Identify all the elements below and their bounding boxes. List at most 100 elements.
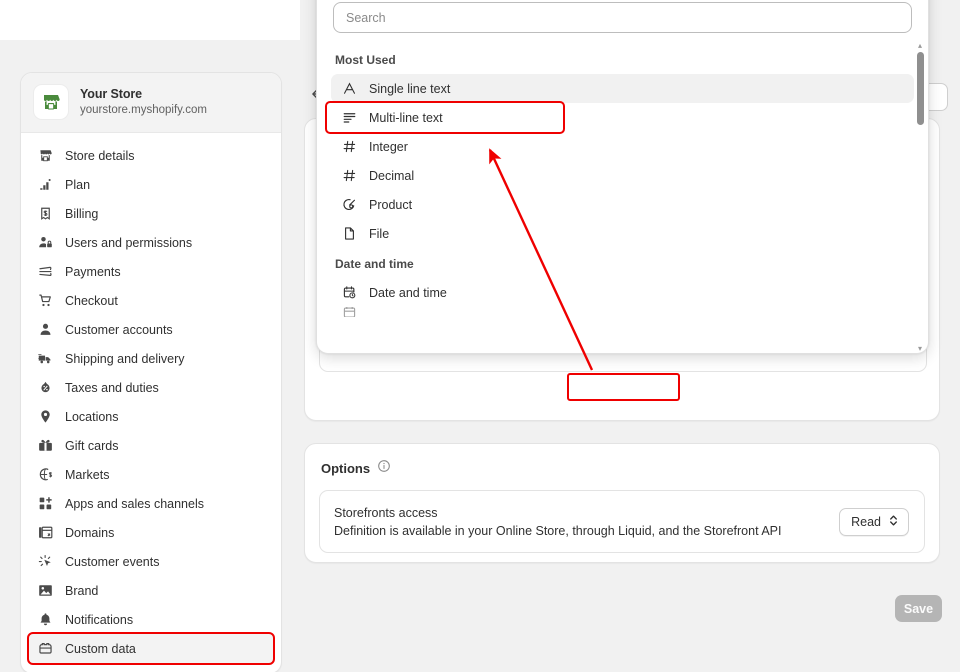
sidebar-item-customer-accounts[interactable]: Customer accounts [29, 315, 273, 344]
sidebar-item-domains[interactable]: Domains [29, 518, 273, 547]
sidebar-item-checkout[interactable]: Checkout [29, 286, 273, 315]
globe-currency-icon [37, 466, 54, 483]
custom-data-icon [37, 640, 54, 657]
letter-a-icon [341, 81, 357, 97]
store-url: yourstore.myshopify.com [80, 103, 207, 116]
storefronts-access-select[interactable]: Read [839, 507, 909, 536]
sidebar-item-label: Checkout [65, 293, 118, 308]
sidebar-item-label: Apps and sales channels [65, 496, 204, 511]
sidebar-item-label: Shipping and delivery [65, 351, 185, 366]
type-option-label: Multi-line text [369, 110, 443, 125]
type-picker-popover: Most Used Single line text Multi-line te… [316, 0, 929, 354]
type-option-multi-line-text[interactable]: Multi-line text [325, 101, 565, 134]
sidebar-item-label: Plan [65, 177, 91, 192]
type-option-label: Single line text [369, 81, 451, 96]
sidebar-item-apps-and-sales-channels[interactable]: Apps and sales channels [29, 489, 273, 518]
calendar-clock-icon [341, 285, 357, 301]
info-icon[interactable] [377, 459, 391, 478]
file-icon [341, 226, 357, 242]
users-lock-icon [37, 234, 54, 251]
calendar-icon [341, 307, 357, 317]
type-list: Most Used Single line text Multi-line te… [317, 44, 928, 353]
options-card: Options Storefronts access Definition is… [304, 443, 940, 563]
type-option-partially-hidden[interactable] [331, 307, 914, 317]
sidebar-item-label: Payments [65, 264, 121, 279]
text-lines-icon [341, 110, 357, 126]
group-label-date-and-time: Date and time [335, 257, 414, 271]
sidebar-item-label: Customer accounts [65, 322, 173, 337]
person-icon [37, 321, 54, 338]
sidebar-item-label: Gift cards [65, 438, 119, 453]
billing-receipt-icon [37, 205, 54, 222]
type-option-label: File [369, 226, 390, 241]
plan-chart-icon [37, 176, 54, 193]
type-option-label: Product [369, 197, 413, 212]
cursor-click-icon [37, 553, 54, 570]
store-logo [33, 84, 69, 120]
type-option-label: Decimal [369, 168, 415, 183]
sidebar-item-label: Customer events [65, 554, 160, 569]
sidebar-item-payments[interactable]: Payments [29, 257, 273, 286]
sidebar-item-label: Billing [65, 206, 99, 221]
type-option-file[interactable]: File [331, 219, 914, 248]
sidebar-item-customer-events[interactable]: Customer events [29, 547, 273, 576]
top-bar [0, 0, 300, 40]
storefronts-access-text: Storefronts access Definition is availab… [334, 504, 782, 540]
sidebar-item-label: Brand [65, 583, 99, 598]
sidebar-item-label: Store details [65, 148, 135, 163]
sidebar-item-label: Users and permissions [65, 235, 193, 250]
payments-cards-icon [37, 263, 54, 280]
chevron-updown-icon [888, 514, 899, 530]
delivery-truck-icon [37, 350, 54, 367]
type-option-product[interactable]: Product [331, 190, 914, 219]
type-option-date-and-time[interactable]: Date and time [331, 278, 914, 307]
type-option-decimal[interactable]: Decimal [331, 161, 914, 190]
sidebar-item-users-and-permissions[interactable]: Users and permissions [29, 228, 273, 257]
storefronts-access-label: Storefronts access [334, 505, 438, 520]
save-button[interactable]: Save [895, 595, 942, 622]
options-title-row: Options [305, 444, 939, 478]
store-header[interactable]: Your Store yourstore.myshopify.com [21, 73, 281, 133]
settings-sidebar: Your Store yourstore.myshopify.com Store… [20, 72, 282, 672]
app-root: Your Store yourstore.myshopify.com Store… [0, 0, 960, 672]
type-option-integer[interactable]: Integer [331, 132, 914, 161]
brand-image-icon [37, 582, 54, 599]
sidebar-item-notifications[interactable]: Notifications [29, 605, 273, 634]
hash-icon [341, 168, 357, 184]
search-input[interactable] [333, 2, 912, 33]
sidebar-item-shipping-and-delivery[interactable]: Shipping and delivery [29, 344, 273, 373]
sidebar-item-store-details[interactable]: Store details [29, 141, 273, 170]
sidebar-item-label: Domains [65, 525, 115, 540]
sidebar-item-label: Locations [65, 409, 119, 424]
sidebar-item-label: Custom data [65, 641, 136, 656]
dropdown-scrollbar-thumb[interactable] [917, 52, 924, 125]
domains-icon [37, 524, 54, 541]
type-option-label: Date and time [369, 285, 447, 300]
store-name: Your Store [80, 86, 142, 101]
sidebar-item-billing[interactable]: Billing [29, 199, 273, 228]
scroll-down-arrow[interactable]: ▾ [916, 345, 924, 353]
group-label-most-used: Most Used [335, 53, 396, 67]
storefront-icon [37, 147, 54, 164]
type-option-single-line-text[interactable]: Single line text [331, 74, 914, 103]
sidebar-item-locations[interactable]: Locations [29, 402, 273, 431]
storefront-icon [43, 95, 60, 110]
product-tag-icon [341, 197, 357, 213]
type-option-label: Integer [369, 139, 408, 154]
sidebar-nav: Store details Plan Billing Users and per… [21, 133, 281, 672]
sidebar-item-taxes-and-duties[interactable]: Taxes and duties [29, 373, 273, 402]
sidebar-item-plan[interactable]: Plan [29, 170, 273, 199]
sidebar-item-markets[interactable]: Markets [29, 460, 273, 489]
options-title: Options [321, 461, 371, 476]
sidebar-item-custom-data[interactable]: Custom data [27, 632, 275, 665]
taxes-icon [37, 379, 54, 396]
gift-card-icon [37, 437, 54, 454]
storefronts-access-description: Definition is available in your Online S… [334, 523, 782, 538]
storefronts-access-select-value: Read [851, 514, 881, 529]
hash-icon [341, 139, 357, 155]
sidebar-item-gift-cards[interactable]: Gift cards [29, 431, 273, 460]
sidebar-item-brand[interactable]: Brand [29, 576, 273, 605]
sidebar-item-label: Taxes and duties [65, 380, 159, 395]
sidebar-item-label: Notifications [65, 612, 134, 627]
search-wrap [317, 0, 928, 44]
